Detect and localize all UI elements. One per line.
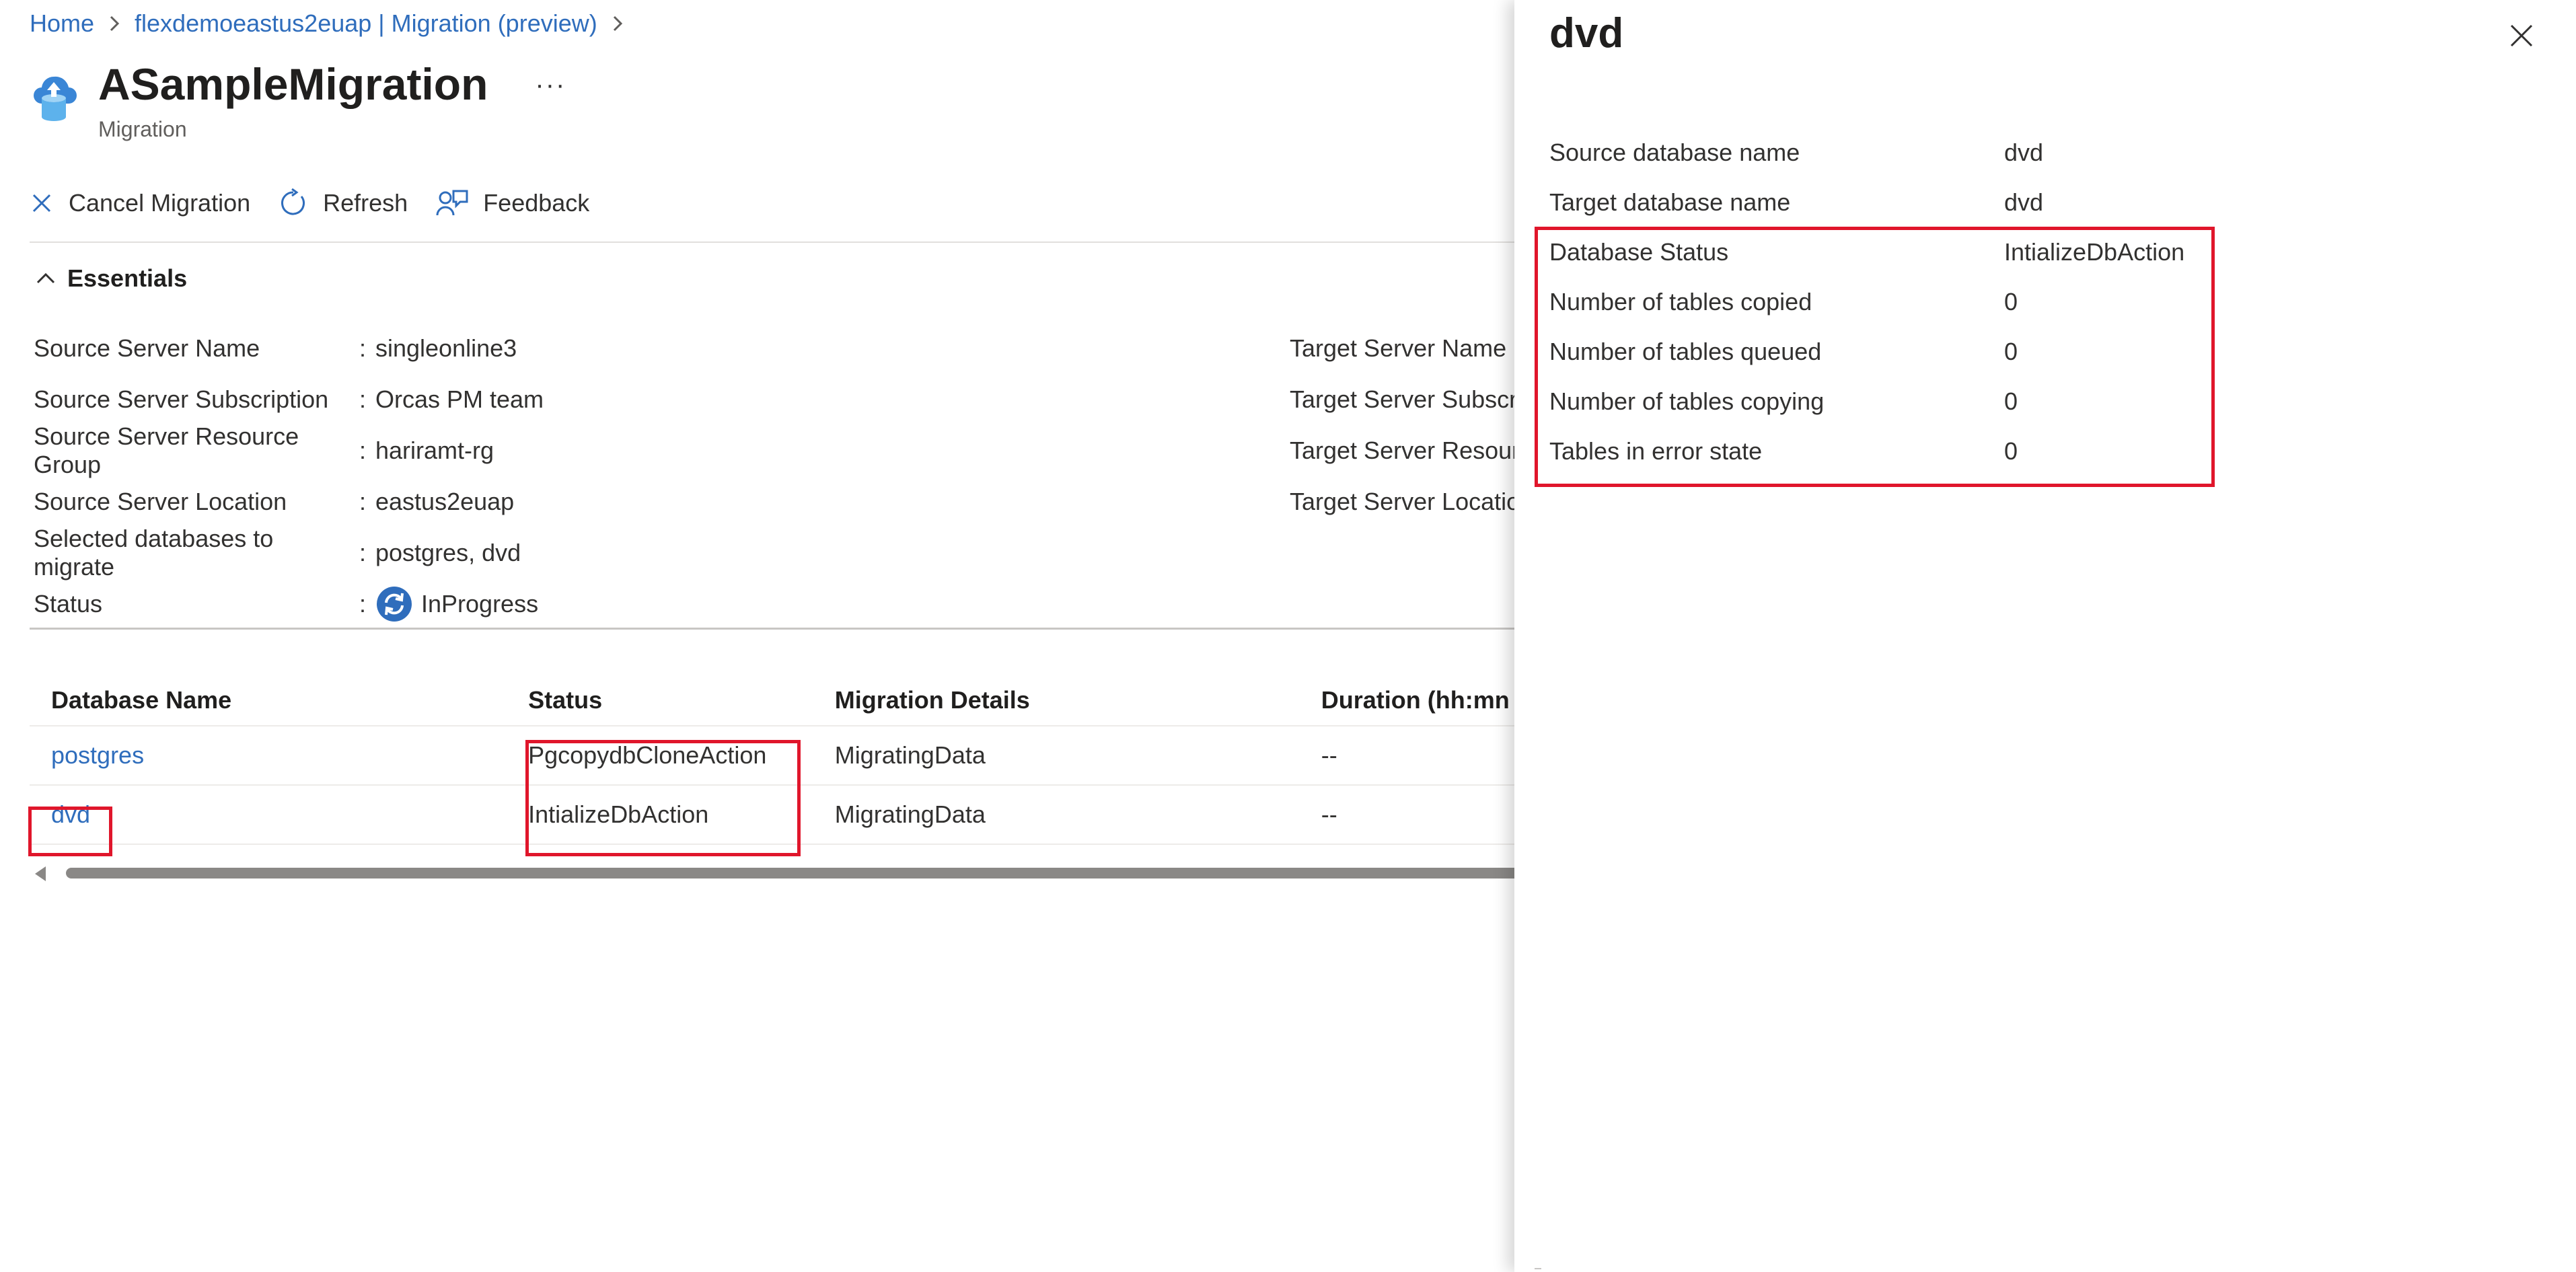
target-database-name-value: dvd	[2004, 188, 2044, 216]
essentials-row: Source Server Location : eastus2euap	[34, 476, 1245, 527]
column-header-status[interactable]: Status	[517, 686, 824, 714]
table-header-row: Database Name Status Migration Details D…	[30, 675, 1514, 726]
essentials-row: Source Server Subscription : Orcas PM te…	[34, 374, 1245, 425]
selected-databases-label: Selected databases to migrate	[34, 525, 274, 581]
essentials-row: Target Server Subscrip	[1290, 374, 1514, 425]
main-content: Home flexdemoeastus2euap | Migration (pr…	[0, 0, 1514, 1272]
database-link-postgres[interactable]: postgres	[51, 741, 144, 769]
scrollbar-thumb[interactable]	[66, 868, 1514, 878]
scroll-left-arrow-icon[interactable]	[35, 866, 46, 881]
source-server-name-value: singleonline3	[375, 334, 517, 362]
source-database-name-value: dvd	[2004, 139, 2044, 166]
essentials-divider	[30, 628, 1514, 630]
command-bar: Cancel Migration Refresh Feedback	[30, 188, 618, 218]
highlight-box-database-status	[1535, 227, 2215, 487]
migration-page: Home flexdemoeastus2euap | Migration (pr…	[0, 0, 2576, 1272]
database-details-panel: dvd Source database name dvd Target data…	[1514, 0, 2576, 1272]
more-options-button[interactable]: ···	[535, 70, 566, 100]
target-server-resource-group-label: Target Server Resourc	[1290, 437, 1514, 464]
status-value-wrapper: InProgress	[375, 585, 538, 623]
selected-databases-value: postgres, dvd	[375, 539, 521, 566]
source-server-resource-group-value: hariramt-rg	[375, 437, 494, 464]
status-label: Status	[34, 590, 103, 618]
source-server-resource-group-label: Source Server Resource Group	[34, 422, 299, 478]
target-server-name-label: Target Server Name	[1290, 334, 1507, 362]
chevron-right-icon	[613, 15, 622, 32]
essentials-label: Essentials	[67, 264, 188, 292]
breadcrumb-home-link[interactable]: Home	[30, 9, 94, 38]
panel-row: Target database name dvd	[1549, 178, 2184, 227]
colon: :	[359, 334, 367, 362]
essentials-target-list: Target Server Name Target Server Subscri…	[1290, 323, 1514, 527]
feedback-label: Feedback	[483, 189, 590, 217]
status-value: InProgress	[421, 590, 539, 618]
essentials-toggle[interactable]: Essentials	[34, 264, 187, 293]
cancel-migration-button[interactable]: Cancel Migration	[30, 189, 250, 217]
horizontal-scrollbar[interactable]	[30, 865, 1514, 881]
migration-details-cell: MigratingData	[834, 800, 986, 828]
feedback-icon	[436, 190, 468, 216]
essentials-row: Selected databases to migrate : postgres…	[34, 525, 1245, 581]
panel-row: Source database name dvd	[1549, 128, 2184, 178]
page-subtitle: Migration	[98, 117, 187, 141]
source-server-subscription-value: Orcas PM team	[375, 385, 544, 413]
close-icon	[32, 194, 51, 213]
column-header-migration-details[interactable]: Migration Details	[824, 686, 1311, 714]
in-progress-sync-icon	[377, 587, 412, 622]
duration-cell: --	[1321, 741, 1337, 769]
chevron-right-icon	[110, 15, 120, 32]
source-server-subscription-label: Source Server Subscription	[34, 385, 329, 413]
highlight-box-status-column	[525, 740, 801, 856]
colon: :	[359, 488, 367, 515]
page-title: ASampleMigration	[98, 59, 488, 109]
source-server-location-value: eastus2euap	[375, 488, 515, 515]
column-header-duration[interactable]: Duration (hh:mn	[1311, 686, 1514, 714]
refresh-label: Refresh	[323, 189, 408, 217]
target-server-location-label: Target Server Locatior	[1290, 488, 1514, 515]
toolbar-divider	[30, 241, 1514, 243]
essentials-row: Status : InProgress	[34, 578, 1245, 630]
essentials-row: Target Server Locatior	[1290, 476, 1514, 527]
database-migration-icon	[34, 76, 77, 121]
essentials-row: Source Server Name : singleonline3	[34, 323, 1245, 374]
panel-resize-mark	[1535, 1268, 1541, 1272]
highlight-box-dvd-link	[28, 807, 112, 856]
chevron-up-icon	[36, 272, 55, 284]
essentials-row: Target Server Name	[1290, 323, 1514, 374]
colon: :	[359, 590, 367, 618]
essentials-source-list: Source Server Name : singleonline3 Sourc…	[34, 323, 1245, 630]
migration-details-cell: MigratingData	[834, 741, 986, 769]
source-server-name-label: Source Server Name	[34, 334, 260, 362]
source-database-name-label: Source database name	[1549, 139, 1800, 166]
duration-cell: --	[1321, 800, 1337, 828]
column-header-database-name[interactable]: Database Name	[30, 686, 517, 714]
target-database-name-label: Target database name	[1549, 188, 1791, 216]
feedback-button[interactable]: Feedback	[436, 188, 589, 218]
essentials-row: Source Server Resource Group : hariramt-…	[34, 422, 1245, 478]
page-header: ASampleMigration Migration ···	[30, 59, 566, 142]
target-server-subscription-label: Target Server Subscrip	[1290, 385, 1514, 413]
cancel-migration-label: Cancel Migration	[69, 189, 251, 217]
colon: :	[359, 385, 367, 413]
essentials-row: Target Server Resourc	[1290, 425, 1514, 476]
breadcrumb-server-link[interactable]: flexdemoeastus2euap | Migration (preview…	[135, 9, 597, 38]
breadcrumb: Home flexdemoeastus2euap | Migration (pr…	[30, 9, 638, 38]
refresh-icon	[281, 188, 305, 215]
panel-title: dvd	[1549, 10, 1624, 57]
colon: :	[359, 539, 367, 566]
source-server-location-label: Source Server Location	[34, 488, 287, 515]
colon: :	[359, 437, 367, 464]
refresh-button[interactable]: Refresh	[279, 188, 408, 218]
close-icon[interactable]	[2506, 20, 2537, 51]
